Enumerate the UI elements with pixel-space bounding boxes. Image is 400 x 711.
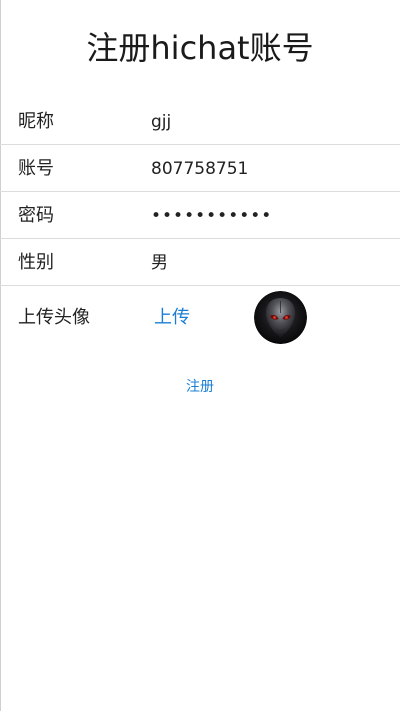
gender-row: 性别 男 — [0, 239, 400, 286]
register-button[interactable]: 注册 — [0, 377, 400, 397]
register-form: 昵称 账号 密码 ••••••••••• 性别 男 上传头像 上传 — [0, 98, 400, 350]
password-row: 密码 ••••••••••• — [0, 192, 400, 239]
account-row: 账号 — [0, 145, 400, 192]
alien-avatar-icon — [254, 291, 307, 344]
nickname-input[interactable] — [151, 110, 381, 134]
avatar — [254, 291, 307, 344]
account-label: 账号 — [18, 158, 54, 179]
page-title: 注册hichat账号 — [86, 29, 314, 67]
upload-avatar-link[interactable]: 上传 — [154, 306, 190, 330]
account-input[interactable] — [151, 157, 381, 181]
avatar-row: 上传头像 上传 — [0, 286, 400, 350]
nickname-row: 昵称 — [0, 98, 400, 145]
password-input[interactable]: ••••••••••• — [151, 204, 381, 228]
gender-label: 性别 — [18, 252, 54, 273]
avatar-label: 上传头像 — [18, 307, 90, 328]
gender-select[interactable]: 男 — [151, 251, 381, 275]
password-label: 密码 — [18, 205, 54, 226]
nickname-label: 昵称 — [18, 111, 54, 132]
